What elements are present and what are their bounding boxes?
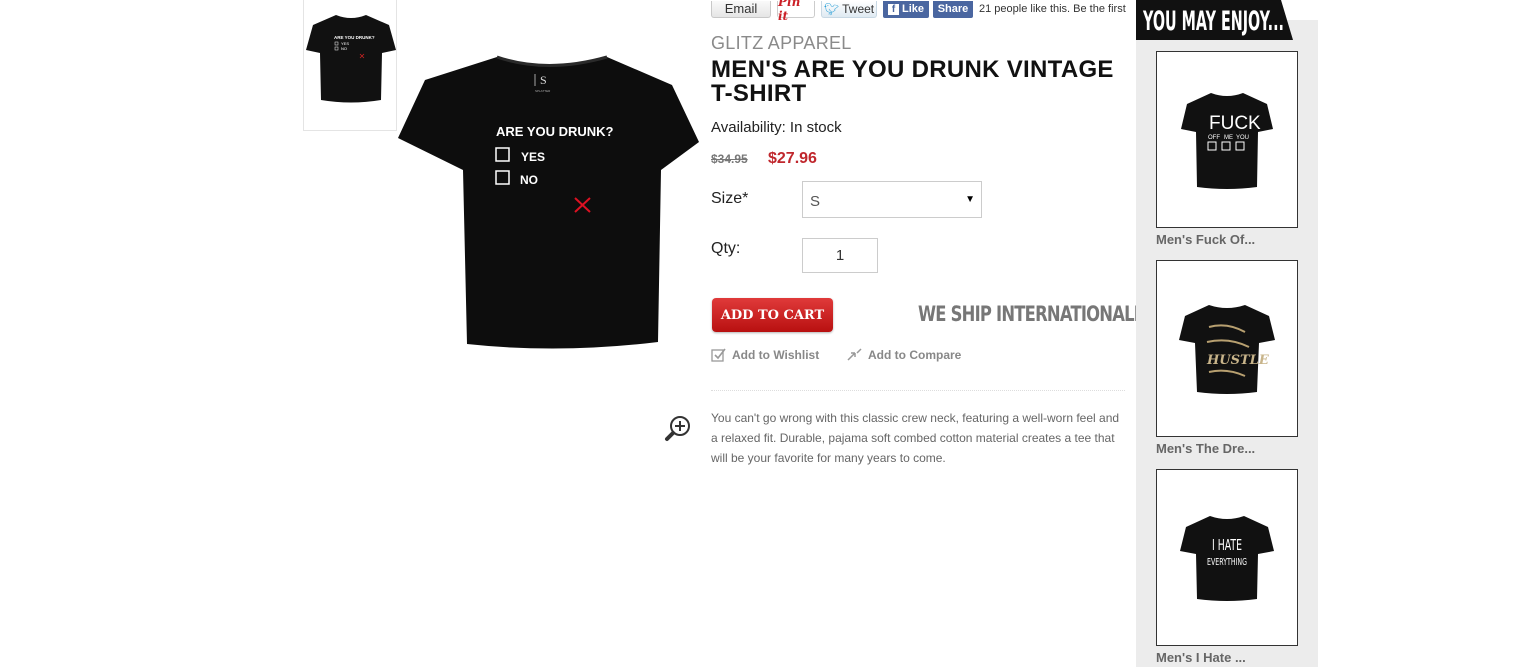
thumbnail-tshirt-image: ARE YOU DRUNK? YES NO — [306, 15, 396, 103]
svg-text:I HATE: I HATE — [1212, 536, 1242, 554]
shirt-print-no: NO — [520, 173, 538, 187]
facebook-like-button[interactable]: f Like — [883, 0, 929, 18]
compare-arrows-icon — [847, 348, 862, 361]
you-may-enjoy-banner: YOU MAY ENJOY... — [1136, 0, 1293, 40]
svg-text:NO: NO — [341, 46, 347, 51]
recommended-item-image[interactable]: I HATE EVERYTHING — [1156, 469, 1298, 646]
tshirt-image: I HATE EVERYTHING — [1180, 515, 1274, 601]
svg-text:OFF: OFF — [1208, 135, 1220, 141]
checkbox-icon — [711, 348, 726, 362]
shirt-print-question: ARE YOU DRUNK? — [496, 124, 614, 139]
zoom-icon[interactable] — [664, 414, 692, 442]
svg-text:FUCK: FUCK — [1209, 113, 1261, 134]
compare-label: Add to Compare — [868, 348, 962, 362]
twitter-bird-icon: 🐦︎ — [823, 1, 840, 16]
qty-input[interactable] — [802, 238, 878, 273]
svg-text:ARE YOU DRUNK?: ARE YOU DRUNK? — [334, 35, 375, 40]
recommended-item[interactable]: HUSTLE Men's The Dre... — [1156, 260, 1298, 456]
recommended-item-name[interactable]: Men's The Dre... — [1156, 441, 1298, 456]
add-to-wishlist-link[interactable]: Add to Wishlist — [711, 348, 819, 362]
recommended-item[interactable]: I HATE EVERYTHING Men's I Hate ... — [1156, 469, 1298, 665]
recommended-item-image[interactable]: FUCK OFF ME YOU — [1156, 51, 1298, 228]
sidebar-heading: YOU MAY ENJOY... — [1142, 6, 1284, 37]
recommended-item-name[interactable]: Men's I Hate ... — [1156, 650, 1298, 665]
qty-label: Qty: — [711, 240, 741, 257]
svg-text:EVERYTHING: EVERYTHING — [1207, 557, 1247, 568]
product-title: MEN'S ARE YOU DRUNK VINTAGE T-SHIRT — [711, 56, 1114, 107]
social-share-bar: Email Pin it 🐦︎ Tweet f Like Share 21 pe… — [711, 0, 1129, 23]
sale-price: $27.96 — [768, 150, 817, 167]
add-to-cart-button[interactable]: ADD TO CART — [712, 298, 833, 332]
svg-text:HUSTLE: HUSTLE — [1206, 353, 1270, 368]
tweet-label: Tweet — [842, 1, 875, 16]
availability-status: Availability: In stock — [711, 119, 842, 136]
svg-text:SPLATTER: SPLATTER — [535, 89, 551, 93]
product-description: You can't go wrong with this classic cre… — [711, 411, 1120, 465]
add-to-compare-link[interactable]: Add to Compare — [846, 348, 961, 362]
divider — [711, 390, 1125, 391]
wishlist-label: Add to Wishlist — [732, 348, 820, 362]
recommended-item-image[interactable]: HUSTLE — [1156, 260, 1298, 437]
svg-text:S: S — [540, 73, 547, 87]
size-selected-value: S — [810, 193, 821, 210]
main-product-image[interactable]: S SPLATTER ARE YOU DRUNK? YES NO — [397, 52, 699, 352]
product-thumbnail[interactable]: ARE YOU DRUNK? YES NO — [303, 0, 397, 131]
facebook-icon: f — [887, 3, 899, 15]
facebook-share-button[interactable]: Share — [933, 0, 973, 18]
dropdown-arrow-icon: ▼ — [965, 194, 975, 205]
svg-text:ME: ME — [1224, 135, 1233, 141]
email-button[interactable]: Email — [711, 0, 771, 18]
like-label: Like — [901, 3, 924, 15]
svg-text:YOU: YOU — [1236, 135, 1249, 141]
recommended-item[interactable]: FUCK OFF ME YOU Men's Fuck Of... — [1156, 51, 1298, 247]
pinterest-button[interactable]: Pin it — [777, 0, 815, 23]
brand-name: GLITZ APPAREL — [711, 33, 852, 53]
recommended-item-name[interactable]: Men's Fuck Of... — [1156, 232, 1298, 247]
ship-internationally-banner: WE SHIP INTERNATIONALLY — [918, 302, 1153, 326]
size-select[interactable]: S ▼ — [802, 181, 982, 218]
tshirt-image: HUSTLE — [1179, 304, 1275, 394]
shirt-print-yes: YES — [521, 150, 545, 164]
tshirt-image: FUCK OFF ME YOU — [1181, 92, 1273, 189]
tweet-button[interactable]: 🐦︎ Tweet — [821, 0, 877, 18]
old-price: $34.95 — [711, 152, 748, 166]
like-count-text: 21 people like this. Be the first o — [979, 3, 1129, 15]
size-label: Size* — [711, 190, 749, 207]
